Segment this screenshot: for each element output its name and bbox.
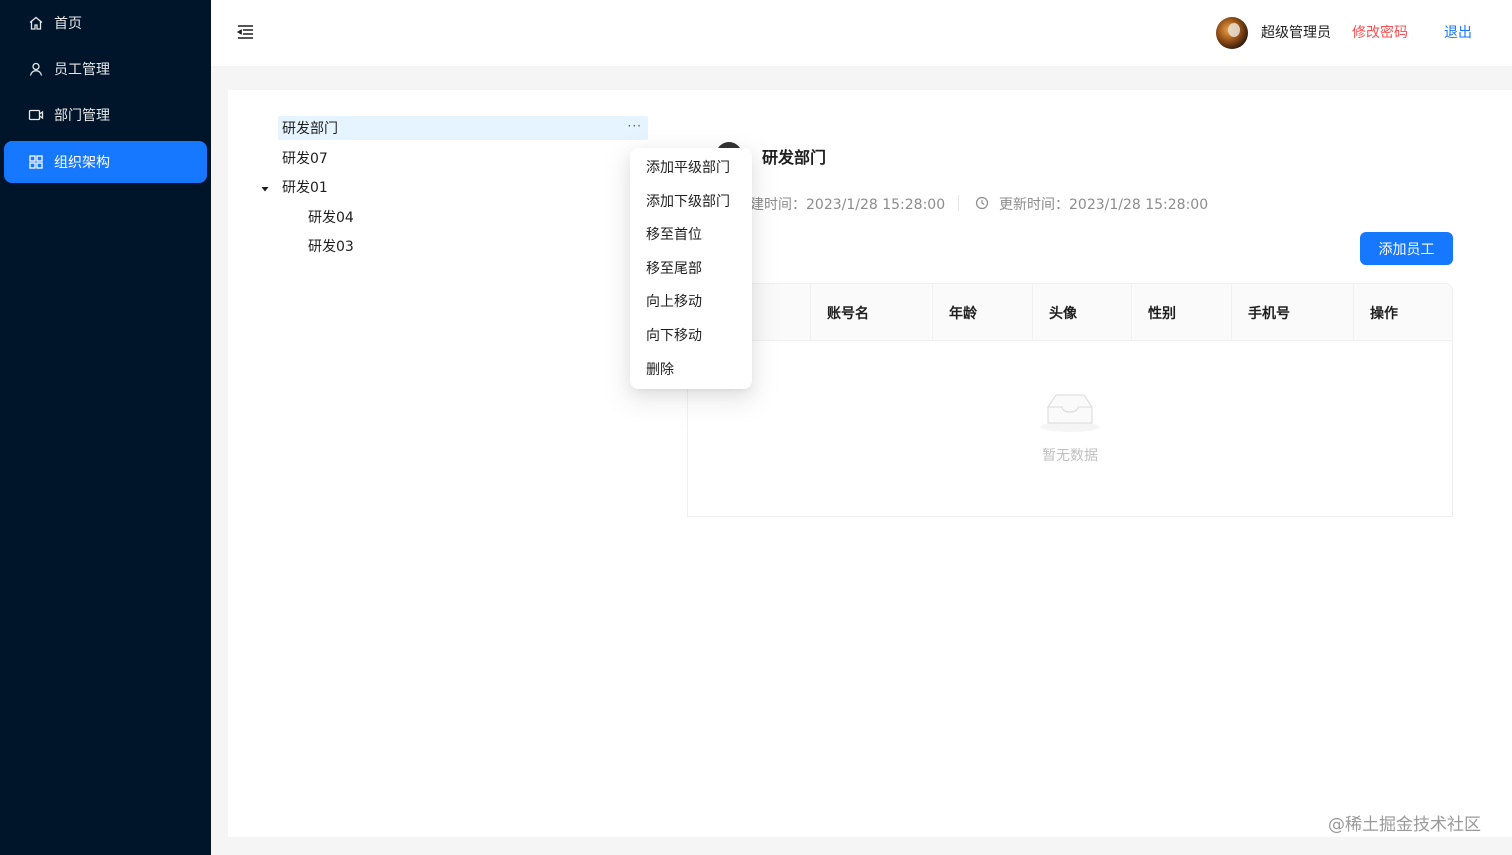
column-divider	[1231, 284, 1232, 341]
menu-item-move-last[interactable]: 移至尾部	[646, 258, 702, 278]
change-password-link[interactable]: 修改密码	[1352, 22, 1408, 42]
divider	[958, 195, 959, 211]
sidebar-item-label: 组织架构	[54, 155, 110, 171]
created-time: 建时间：2023/1/28 15:28:00	[750, 197, 946, 213]
user-icon	[28, 61, 44, 77]
menu-item-delete[interactable]: 删除	[646, 359, 674, 379]
menu-item-add-child[interactable]: 添加下级部门	[646, 191, 730, 211]
column-divider	[1353, 284, 1354, 341]
menu-fold-icon[interactable]	[235, 22, 255, 42]
tree-context-menu: 添加平级部门 添加下级部门 移至首位 移至尾部 向上移动 向下移动 删除	[630, 148, 752, 389]
sidebar-item-employees[interactable]: 员工管理	[4, 48, 207, 90]
logout-link[interactable]: 退出	[1444, 22, 1472, 42]
updated-time: 更新时间：2023/1/28 15:28:00	[999, 197, 1209, 213]
column-header-gender: 性别	[1148, 305, 1176, 322]
sidebar-item-label: 部门管理	[54, 108, 110, 124]
tree-node-label: 研发部门	[282, 121, 338, 137]
user-name: 超级管理员	[1261, 25, 1331, 41]
watermark: @稀土掘金技术社区	[1328, 815, 1481, 835]
menu-item-move-down[interactable]: 向下移动	[646, 325, 702, 345]
department-title: 研发部门	[762, 148, 827, 167]
header: 超级管理员 修改密码 退出	[211, 0, 1512, 66]
tree-node-rd-dept[interactable]: 研发部门 ···	[278, 116, 648, 140]
sidebar: 首页 员工管理 部门管理 组织架构	[0, 0, 211, 855]
tree-node-label: 研发03	[308, 239, 354, 255]
avatar[interactable]	[1216, 17, 1248, 49]
tree-node-label: 研发04	[308, 210, 354, 226]
video-camera-icon	[28, 107, 44, 123]
empty-inbox-icon	[1038, 389, 1102, 433]
apps-icon	[28, 154, 44, 170]
column-header-account: 账号名	[827, 305, 869, 322]
column-header-avatar: 头像	[1049, 305, 1077, 322]
column-divider	[932, 284, 933, 341]
menu-item-move-first[interactable]: 移至首位	[646, 224, 702, 244]
column-header-age: 年龄	[949, 305, 977, 322]
tree-node-rd04[interactable]: 研发04	[304, 205, 354, 229]
sidebar-item-label: 员工管理	[54, 62, 110, 78]
tree-node-label: 研发01	[282, 180, 328, 196]
caret-down-icon[interactable]	[260, 182, 270, 192]
column-divider	[810, 284, 811, 341]
clock-icon	[975, 196, 989, 210]
table-header: 账号名 年龄 头像 性别 手机号 操作	[688, 284, 1452, 341]
menu-item-move-up[interactable]: 向上移动	[646, 291, 702, 311]
add-employee-button[interactable]: 添加员工	[1360, 232, 1453, 265]
menu-item-add-sibling[interactable]: 添加平级部门	[646, 157, 730, 177]
sidebar-item-home[interactable]: 首页	[4, 2, 207, 44]
sidebar-item-label: 首页	[54, 16, 82, 32]
column-divider	[1131, 284, 1132, 341]
tree-node-rd01[interactable]: 研发01	[278, 175, 328, 199]
employee-table: 账号名 年龄 头像 性别 手机号 操作 暂无数据	[687, 283, 1453, 517]
empty-text: 暂无数据	[1042, 448, 1098, 464]
tree-node-rd03[interactable]: 研发03	[304, 234, 354, 258]
sidebar-item-departments[interactable]: 部门管理	[4, 94, 207, 136]
home-icon	[28, 15, 44, 31]
column-divider	[1032, 284, 1033, 341]
tree-node-rd07[interactable]: 研发07	[278, 146, 328, 170]
sidebar-item-org-chart[interactable]: 组织架构	[4, 141, 207, 183]
more-icon[interactable]: ···	[628, 119, 642, 133]
tree-node-label: 研发07	[282, 151, 328, 167]
column-header-actions: 操作	[1370, 305, 1398, 322]
column-header-phone: 手机号	[1248, 305, 1290, 322]
